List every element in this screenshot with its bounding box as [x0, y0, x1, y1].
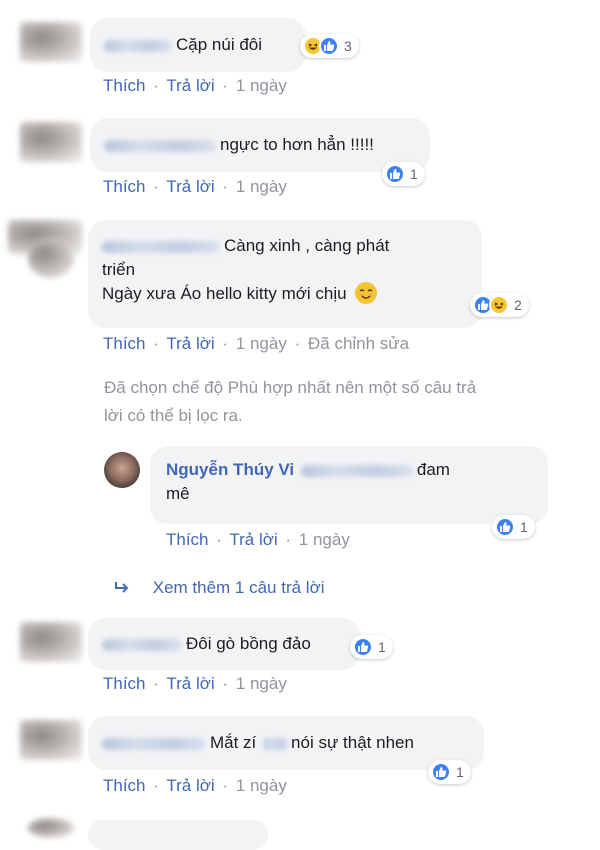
avatar[interactable] [20, 622, 82, 662]
comment-bubble: Đôi gò bồng đảo [88, 618, 360, 670]
commenter-name[interactable] [102, 638, 182, 651]
comment-text: triển [102, 260, 136, 279]
like-icon [319, 36, 339, 56]
reaction-count: 1 [456, 764, 464, 780]
reply-author[interactable]: Nguyễn Thúy Vi [166, 460, 294, 479]
like-link[interactable]: Thích [103, 674, 146, 693]
reaction-count: 1 [378, 639, 386, 655]
reaction-summary[interactable]: 1 [428, 760, 471, 784]
like-icon [385, 164, 405, 184]
avatar[interactable] [20, 22, 82, 62]
like-link[interactable]: Thích [103, 776, 146, 795]
like-icon [431, 762, 451, 782]
view-more-label[interactable]: Xem thêm 1 câu trả lời [153, 578, 325, 597]
timestamp[interactable]: 1 ngày [236, 76, 287, 95]
comment-bubble: Càng xinh , càng phát triển Ngày xưa Áo … [88, 220, 482, 328]
reply-link[interactable]: Trả lời [229, 530, 277, 549]
comment-bubble: ngực to hơn hẳn !!!!! [90, 118, 430, 172]
reaction-count: 3 [344, 38, 352, 54]
reaction-count: 2 [514, 297, 522, 313]
reply-link[interactable]: Trả lời [166, 334, 214, 353]
comment-text: nói sự thật nhen [291, 733, 414, 752]
commenter-name[interactable] [102, 737, 206, 750]
filter-notice: Đã chọn chế độ Phù hợp nhất nên một số c… [104, 378, 477, 425]
blurred-word [263, 737, 290, 750]
like-icon [353, 637, 373, 657]
avatar[interactable] [20, 720, 82, 760]
comment-bubble: Cặp núi đôi [90, 18, 306, 72]
comment-actions: Thích · Trả lời · 1 ngày [103, 776, 287, 795]
comment-text: Càng xinh , càng phát [224, 236, 390, 255]
commenter-name[interactable] [104, 39, 172, 52]
reaction-count: 1 [410, 166, 418, 182]
timestamp[interactable]: 1 ngày [236, 334, 287, 353]
like-link[interactable]: Thích [103, 76, 146, 95]
smiling-face-icon [355, 282, 378, 304]
reply-link[interactable]: Trả lời [166, 76, 214, 95]
edited-label[interactable]: Đã chỉnh sửa [308, 334, 409, 353]
like-link[interactable]: Thích [103, 177, 146, 196]
reaction-summary[interactable]: 1 [382, 162, 425, 186]
reply-actions: Thích · Trả lời · 1 ngày [166, 530, 350, 549]
reaction-summary[interactable]: 1 [350, 635, 393, 659]
reply-link[interactable]: Trả lời [166, 177, 214, 196]
like-link[interactable]: Thích [103, 334, 146, 353]
comment-bubble [88, 820, 268, 850]
timestamp[interactable]: 1 ngày [236, 776, 287, 795]
comment-actions: Thích · Trả lời · 1 ngày [103, 76, 287, 95]
comment-text: Đôi gò bồng đảo [186, 634, 311, 653]
reply-avatar[interactable] [104, 452, 140, 488]
reply-text: đam [416, 460, 450, 479]
reaction-summary[interactable]: 3 [300, 34, 359, 58]
comment-actions: Thích · Trả lời · 1 ngày · Đã chỉnh sửa [103, 334, 410, 353]
comment-bubble: Mắt zí nói sự thật nhen [88, 716, 484, 770]
haha-icon [489, 295, 509, 315]
timestamp[interactable]: 1 ngày [236, 674, 287, 693]
reply-bubble: Nguyễn Thúy Vi đam mê [150, 446, 548, 524]
comment-text: Ngày xưa Áo hello kitty mới chịu [102, 284, 347, 303]
comment-text: ngực to hơn hẳn !!!!! [220, 135, 374, 154]
comment-text: Mắt zí [210, 733, 257, 752]
avatar[interactable] [28, 238, 74, 278]
reaction-summary[interactable]: 1 [492, 515, 535, 539]
comment-actions: Thích · Trả lời · 1 ngày [103, 177, 287, 196]
reply-text: mê [166, 484, 190, 503]
timestamp[interactable]: 1 ngày [299, 530, 350, 549]
like-icon [495, 517, 515, 537]
comment-text: Cặp núi đôi [176, 35, 263, 54]
reply-link[interactable]: Trả lời [166, 776, 214, 795]
avatar[interactable] [28, 818, 74, 838]
commenter-name[interactable] [104, 139, 216, 152]
view-more-replies[interactable]: Xem thêm 1 câu trả lời [114, 578, 325, 600]
reaction-summary[interactable]: 2 [470, 293, 529, 317]
reaction-count: 1 [520, 519, 528, 535]
like-link[interactable]: Thích [166, 530, 209, 549]
reply-link[interactable]: Trả lời [166, 674, 214, 693]
timestamp[interactable]: 1 ngày [236, 177, 287, 196]
avatar[interactable] [20, 122, 82, 162]
commenter-name[interactable] [102, 240, 220, 253]
tagged-name[interactable] [300, 464, 413, 477]
comment-actions: Thích · Trả lời · 1 ngày [103, 674, 287, 693]
reply-arrow-icon [114, 580, 134, 600]
